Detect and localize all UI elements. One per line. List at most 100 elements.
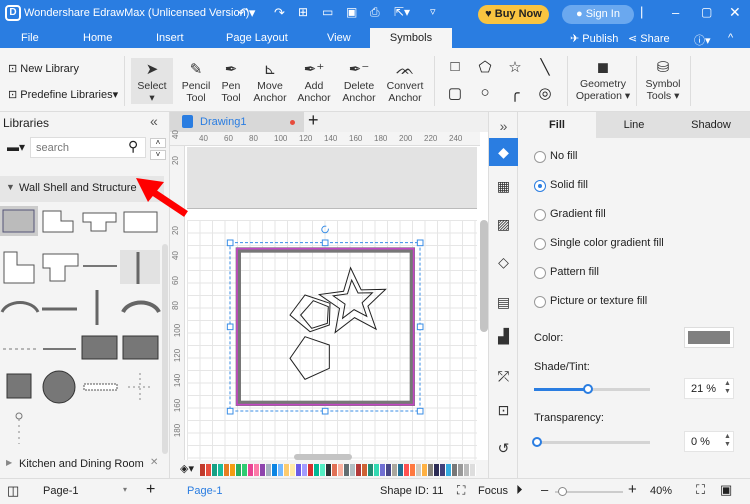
- zoom-level[interactable]: 40%: [650, 485, 672, 497]
- spinner-icon[interactable]: ▲ ▼: [724, 433, 731, 449]
- expand-panel-icon[interactable]: »: [489, 112, 518, 140]
- zoom-slider[interactable]: [555, 487, 623, 496]
- tab-line[interactable]: Line: [596, 112, 672, 138]
- menu-page-layout[interactable]: Page Layout: [226, 32, 288, 44]
- redo-icon[interactable]: ↷: [274, 5, 285, 21]
- vertical-scrollbar[interactable]: [480, 220, 488, 332]
- transparency-slider-thumb[interactable]: [532, 437, 542, 447]
- close-section-icon[interactable]: ✕: [150, 457, 158, 468]
- help-icon[interactable]: ⓘ▾: [694, 32, 711, 48]
- shade-tint-input[interactable]: 21 % ▲ ▼: [684, 378, 734, 399]
- new-file-icon[interactable]: ⊞: [298, 5, 308, 19]
- resize-handle[interactable]: [321, 407, 329, 415]
- fit-width-icon[interactable]: ▣: [720, 482, 732, 498]
- sign-in-button[interactable]: ● Sign In: [562, 5, 634, 24]
- fill-option-radio[interactable]: [534, 151, 546, 163]
- presentation-icon[interactable]: ⊡: [489, 396, 518, 424]
- zoom-in-button[interactable]: +: [628, 481, 637, 498]
- image-icon[interactable]: ▨: [489, 210, 518, 238]
- resize-handle[interactable]: [321, 239, 329, 247]
- connector-icon[interactable]: ⤱: [489, 362, 518, 390]
- library-section-header[interactable]: ▶ Kitchen and Dining Room ✕: [0, 454, 170, 474]
- page-select-dropdown[interactable]: Page-1 ▾: [43, 485, 131, 497]
- buy-now-button[interactable]: ♥ Buy Now: [478, 5, 549, 24]
- pencil-tool-button[interactable]: ✎ Pencil Tool: [178, 60, 214, 104]
- arc-icon[interactable]: ╭: [506, 84, 524, 102]
- spiral-icon[interactable]: ◎: [536, 84, 554, 102]
- move-anchor-button[interactable]: ⊾ Move Anchor: [250, 60, 290, 104]
- transparency-slider[interactable]: [532, 437, 650, 447]
- library-shape[interactable]: [42, 210, 74, 233]
- fill-option-radio[interactable]: [534, 238, 546, 250]
- focus-icon[interactable]: ⛶: [457, 483, 465, 498]
- maximize-button[interactable]: ▢: [701, 5, 712, 19]
- color-picker[interactable]: [684, 327, 734, 348]
- customize-toolbar-icon[interactable]: ▿: [430, 5, 436, 18]
- tab-fill[interactable]: Fill: [518, 112, 596, 138]
- zoom-slider-thumb[interactable]: [558, 487, 567, 496]
- pentagon-shape[interactable]: [289, 336, 330, 380]
- select-tool-button[interactable]: ➤ Select ▾: [131, 58, 173, 104]
- delete-anchor-button[interactable]: ✒⁻ Delete Anchor: [338, 60, 380, 104]
- palette-color-swatch[interactable]: [470, 464, 476, 476]
- tab-shadow[interactable]: Shadow: [672, 112, 750, 138]
- star-icon[interactable]: ☆: [506, 58, 524, 76]
- library-shape[interactable]: [42, 253, 79, 282]
- search-icon[interactable]: ⚲: [128, 138, 138, 155]
- search-input[interactable]: search ⚲: [30, 137, 146, 158]
- library-shape[interactable]: [82, 212, 117, 232]
- library-shape[interactable]: [2, 209, 35, 233]
- resize-handle[interactable]: [226, 239, 234, 247]
- add-page-button[interactable]: +: [146, 481, 155, 499]
- hierarchy-icon[interactable]: ▟: [489, 322, 518, 350]
- fill-bucket-icon[interactable]: ◈▾: [180, 462, 194, 475]
- zoom-out-button[interactable]: –: [541, 482, 548, 497]
- spinner-icon[interactable]: ▲ ▼: [724, 380, 731, 396]
- fill-option-label[interactable]: Solid fill: [550, 179, 588, 191]
- scroll-up-button[interactable]: ˄: [150, 138, 166, 148]
- focus-button[interactable]: Focus: [478, 485, 508, 497]
- convert-anchor-button[interactable]: ᨏ Convert Anchor: [384, 60, 426, 104]
- collapse-panel-icon[interactable]: «: [150, 113, 158, 129]
- pentagon-icon[interactable]: ⬠: [476, 58, 494, 76]
- save-icon[interactable]: ▣: [346, 5, 357, 19]
- shade-tint-slider[interactable]: [534, 384, 650, 394]
- menu-file[interactable]: File: [21, 32, 39, 44]
- library-shape[interactable]: [120, 250, 160, 284]
- grid-icon[interactable]: ▦: [489, 172, 518, 200]
- page-list-icon[interactable]: ▤: [489, 288, 518, 316]
- close-button[interactable]: ✕: [729, 4, 741, 21]
- share-button[interactable]: ⋖ Share: [628, 32, 670, 45]
- export-icon[interactable]: ⇱▾: [394, 5, 410, 19]
- resize-handle[interactable]: [416, 323, 424, 331]
- resize-handle[interactable]: [416, 239, 424, 247]
- publish-button[interactable]: ✈ Publish: [570, 32, 618, 45]
- pen-tool-button[interactable]: ✒ Pen Tool: [216, 60, 246, 104]
- circle-icon[interactable]: ○: [476, 84, 494, 101]
- fill-option-label[interactable]: Pattern fill: [550, 266, 599, 278]
- fill-option-label[interactable]: Gradient fill: [550, 208, 606, 220]
- pentagon-inner-shape[interactable]: [300, 300, 329, 329]
- resize-handle[interactable]: [226, 323, 234, 331]
- minimize-button[interactable]: –: [672, 5, 679, 20]
- history-icon[interactable]: ↺: [489, 434, 518, 462]
- print-icon[interactable]: ⎙: [370, 5, 380, 20]
- page-tab[interactable]: Page-1: [187, 485, 222, 497]
- page-panel-icon[interactable]: ◫: [7, 483, 19, 499]
- symbol-tools-button[interactable]: ⛁ Symbol Tools ▾: [640, 58, 686, 102]
- layers-icon[interactable]: ◇: [489, 248, 518, 276]
- new-library-button[interactable]: ⊡ New Library: [8, 62, 79, 75]
- fill-option-label[interactable]: No fill: [550, 150, 578, 162]
- menu-view[interactable]: View: [327, 32, 351, 44]
- resize-handle[interactable]: [416, 407, 424, 415]
- fill-option-radio[interactable]: [534, 209, 546, 221]
- menu-home[interactable]: Home: [83, 32, 112, 44]
- menu-symbols[interactable]: Symbols: [370, 28, 452, 48]
- fill-option-radio[interactable]: [534, 296, 546, 308]
- library-manager-icon[interactable]: ▬▾: [7, 140, 25, 154]
- fill-option-label[interactable]: Single color gradient fill: [550, 237, 664, 249]
- scroll-down-button[interactable]: ˅: [150, 150, 166, 160]
- play-icon[interactable]: ⏵: [516, 482, 523, 498]
- resize-handle[interactable]: [226, 407, 234, 415]
- fill-icon[interactable]: ◆: [489, 138, 518, 166]
